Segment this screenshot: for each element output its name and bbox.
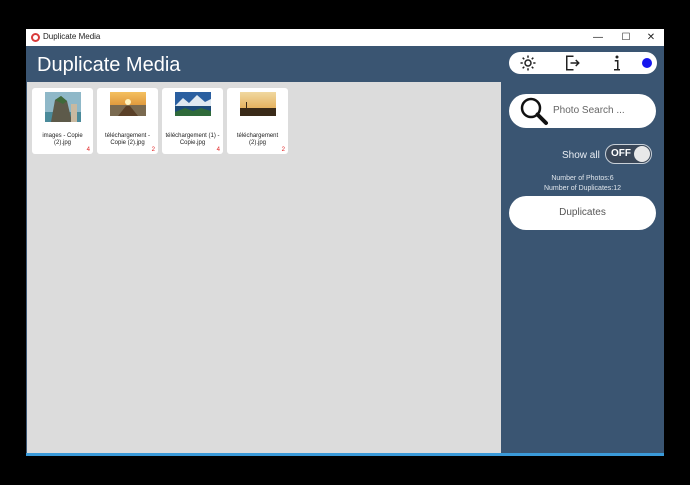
duplicate-count: 4 xyxy=(216,147,220,153)
status-indicator xyxy=(642,58,652,68)
photo-card[interactable]: téléchargement (1) - Copie.jpg 4 xyxy=(162,88,223,154)
file-name: téléchargement - Copie (2).jpg xyxy=(104,133,151,146)
app-logo-icon xyxy=(31,33,40,42)
photo-thumbnail xyxy=(239,92,276,116)
sidebar: Photo Search ... Show all OFF Number of … xyxy=(501,46,664,453)
photo-thumbnail xyxy=(174,92,211,116)
duplicates-button[interactable]: Duplicates xyxy=(509,196,656,230)
gear-icon[interactable] xyxy=(519,54,537,72)
exit-icon[interactable] xyxy=(562,54,582,72)
maximize-button[interactable]: ☐ xyxy=(614,30,638,45)
app-window: Duplicate Media — ☐ ✕ Duplicate Media im… xyxy=(26,29,664,456)
photo-grid: images - Copie (2).jpg 4 téléchargement … xyxy=(26,82,501,453)
bottom-accent-line xyxy=(26,453,664,456)
search-icon xyxy=(520,97,548,125)
file-name: images - Copie (2).jpg xyxy=(42,133,83,146)
app-header: Duplicate Media xyxy=(26,46,501,82)
window-title: Duplicate Media xyxy=(43,32,101,41)
photo-thumbnail xyxy=(109,92,146,116)
photo-card[interactable]: images - Copie (2).jpg 4 xyxy=(32,88,93,154)
photo-count: Number of Photos:6 xyxy=(551,175,614,182)
photo-card[interactable]: téléchargement - Copie (2).jpg 2 xyxy=(97,88,158,154)
minimize-button[interactable]: — xyxy=(586,30,610,45)
photo-thumbnail xyxy=(44,92,81,122)
search-box[interactable]: Photo Search ... xyxy=(509,94,656,128)
duplicate-total: Number of Duplicates:12 xyxy=(543,185,622,192)
title-bar: Duplicate Media — ☐ ✕ xyxy=(26,29,664,46)
search-input[interactable]: Photo Search ... xyxy=(553,105,625,116)
toolbar xyxy=(509,52,657,74)
duplicate-count: 2 xyxy=(281,147,285,153)
close-button[interactable]: ✕ xyxy=(639,30,663,45)
toggle-knob xyxy=(634,146,650,162)
show-all-label: Show all xyxy=(562,150,600,161)
photo-card[interactable]: téléchargement (2).jpg 2 xyxy=(227,88,288,154)
duplicate-count: 4 xyxy=(86,147,90,153)
file-name: téléchargement (2).jpg xyxy=(236,133,279,146)
app-title: Duplicate Media xyxy=(37,54,181,76)
show-all-toggle[interactable]: OFF xyxy=(605,144,652,164)
file-name: téléchargement (1) - Copie.jpg xyxy=(165,133,220,146)
duplicate-count: 2 xyxy=(151,147,155,153)
toggle-state: OFF xyxy=(611,148,631,159)
info-icon[interactable] xyxy=(610,54,624,72)
